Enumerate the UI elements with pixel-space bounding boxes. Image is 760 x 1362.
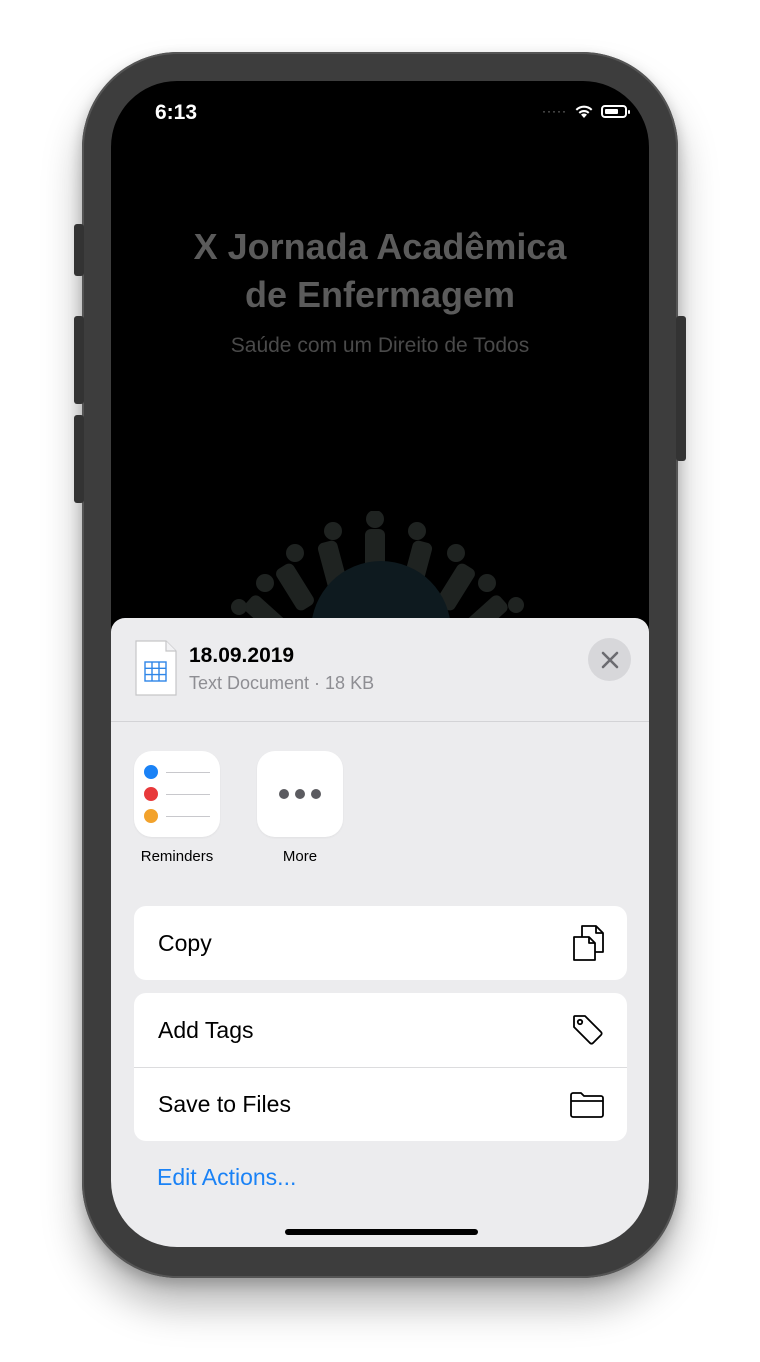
folder-icon: [570, 1091, 604, 1118]
tag-icon: [573, 1015, 603, 1045]
share-app-reminders[interactable]: Reminders: [134, 751, 220, 865]
home-indicator[interactable]: [285, 1229, 478, 1235]
status-time: 6:13: [155, 101, 198, 124]
app-title: X Jornada Acadêmica de Enfermagem: [193, 226, 567, 315]
close-button[interactable]: [588, 638, 631, 681]
status-indicators: ·····: [542, 103, 630, 119]
mute-switch: [74, 224, 84, 276]
people-circle-logo-icon: [231, 511, 524, 631]
battery-icon: [601, 104, 630, 118]
wifi-icon: [575, 105, 593, 118]
more-icon: [257, 751, 343, 837]
copy-icon: [573, 925, 604, 961]
action-label: Save to Files: [158, 1091, 291, 1117]
share-app-label: More: [282, 848, 318, 865]
copy-action[interactable]: Copy: [134, 906, 627, 980]
screen: 6:13 ····· X Jornada Acadêmica de Enferm…: [111, 81, 649, 1247]
share-app-label: Reminders: [140, 848, 214, 865]
reminders-icon: [134, 751, 220, 837]
add-tags-action[interactable]: Add Tags: [134, 993, 627, 1067]
spreadsheet-document-icon: [135, 640, 177, 696]
action-label: Add Tags: [158, 1016, 254, 1043]
volume-down-button: [74, 415, 84, 503]
app-subtitle: Saúde com um Direito de Todos: [230, 334, 530, 357]
file-name: 18.09.2019: [189, 644, 295, 667]
action-label: Copy: [158, 929, 212, 956]
close-icon: [601, 651, 618, 668]
action-group-files: Add Tags Save to Files: [134, 993, 627, 1141]
share-sheet: 18.09.2019 Text Document · 18 KB Reminde…: [111, 618, 649, 1247]
file-meta: Text Document · 18 KB: [189, 673, 375, 693]
power-button: [676, 316, 686, 461]
signal-dots-icon: ·····: [542, 104, 567, 118]
edit-actions-link[interactable]: Edit Actions...: [157, 1164, 296, 1191]
save-to-files-action[interactable]: Save to Files: [134, 1067, 627, 1141]
share-app-more[interactable]: More: [257, 751, 343, 865]
action-group-copy: Copy: [134, 906, 627, 980]
notch: [233, 81, 529, 125]
share-sheet-header: 18.09.2019 Text Document · 18 KB: [111, 618, 649, 722]
volume-up-button: [74, 316, 84, 404]
